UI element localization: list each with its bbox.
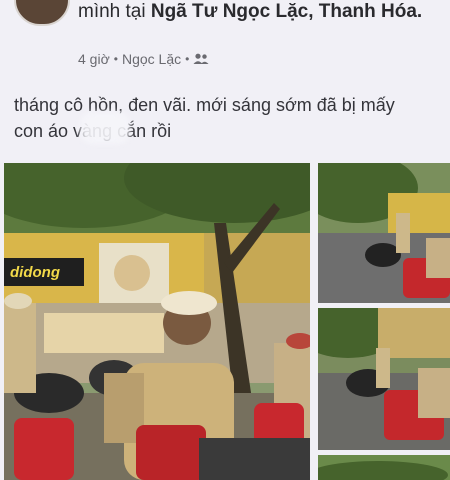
photo-thumbnail[interactable] — [318, 308, 450, 450]
post-meta: 4 giờ • Ngọc Lặc • — [78, 51, 209, 67]
store-sign-text: didong — [10, 264, 60, 281]
post-time[interactable]: 4 giờ — [78, 51, 110, 67]
facebook-post: mình tại Ngã Tư Ngọc Lặc, Thanh Hóa. 4 g… — [0, 0, 450, 480]
avatar[interactable] — [14, 0, 70, 26]
photo-main[interactable]: didong — [4, 163, 310, 480]
post-header: mình tại Ngã Tư Ngọc Lặc, Thanh Hóa. — [78, 0, 438, 24]
post-text-line-2: con áo vàng cắn rồi — [14, 121, 172, 141]
photo-thumbnail[interactable] — [318, 455, 450, 480]
photo-thumbnail[interactable] — [318, 163, 450, 303]
blurred-word — [80, 112, 130, 144]
post-body: tháng cô hồn, đen vãi. mới sáng sớm đã b… — [14, 92, 444, 144]
friends-icon[interactable] — [193, 53, 209, 65]
post-text-line-1: tháng cô hồn, đen vãi. mới sáng sớm đã b… — [14, 95, 395, 115]
separator-dot: • — [113, 52, 118, 66]
separator-dot: • — [185, 52, 190, 66]
post-place[interactable]: Ngọc Lặc — [122, 51, 181, 67]
location-link[interactable]: Ngã Tư Ngọc Lặc, Thanh Hóa. — [151, 1, 422, 22]
header-prefix: mình tại — [78, 1, 151, 22]
